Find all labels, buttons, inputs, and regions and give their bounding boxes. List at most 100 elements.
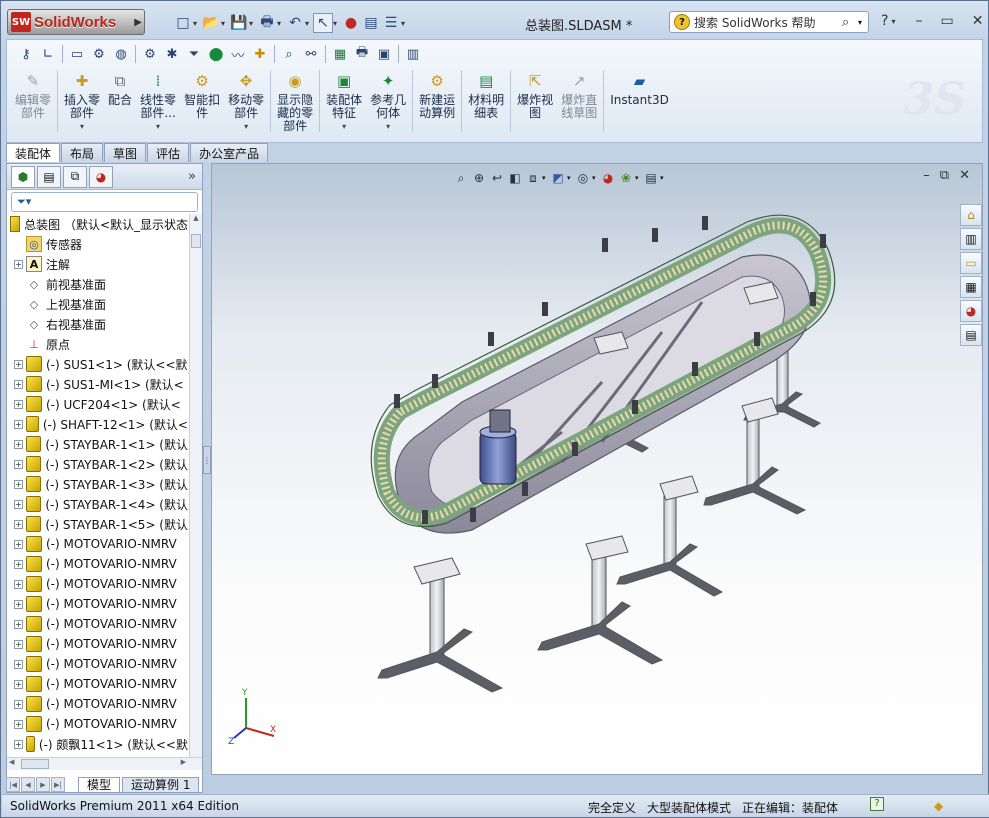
tab-command-1[interactable]: 布局 [61, 143, 104, 162]
panel-splitter-handle[interactable]: ⋮ [203, 446, 211, 474]
close-icon[interactable]: ✕ [972, 13, 984, 29]
tree-node-part[interactable]: + (-) STAYBAR-1<5> (默认 [7, 514, 188, 534]
ribbon-dropdown-icon[interactable]: ▾ [386, 120, 390, 133]
expand-icon[interactable]: + [14, 499, 23, 509]
tab-command-2[interactable]: 草图 [104, 143, 147, 162]
magnifier-icon[interactable]: ⌕ [278, 43, 300, 65]
tree-node-part[interactable]: + (-) STAYBAR-1<1> (默认 [7, 434, 188, 454]
expand-icon[interactable]: + [14, 559, 23, 569]
monitor-icon[interactable]: ▭ [66, 43, 88, 65]
print-icon[interactable]: 🖶 [257, 13, 277, 33]
tree-node-part[interactable]: + (-) SHAFT-12<1> (默认< [7, 414, 188, 434]
scroll-right-icon[interactable]: ▶ [181, 758, 186, 766]
tree-node-part[interactable]: + (-) STAYBAR-1<2> (默认 [7, 454, 188, 474]
ribbon-button-instant3d[interactable]: ▰ Instant3D [606, 70, 673, 140]
rebuild-traffic-light-icon[interactable]: ● [341, 13, 361, 33]
ribbon-button-smart-fasteners[interactable]: ⚙ 智能扣 件 [180, 70, 224, 140]
network-icon[interactable]: ⚙ [88, 43, 110, 65]
tree-node-part[interactable]: + (-) SUS1-MI<1> (默认< [7, 374, 188, 394]
tree-node-part[interactable]: + (-) MOTOVARIO-NMRV [7, 694, 188, 714]
expand-icon[interactable]: + [14, 259, 23, 269]
last-tab-icon[interactable]: ▶| [51, 777, 65, 792]
expand-icon[interactable]: + [14, 679, 23, 689]
file-explorer-icon[interactable]: ▭ [960, 252, 982, 274]
tree-node-part[interactable]: + (-) STAYBAR-1<3> (默认 [7, 474, 188, 494]
tab-model[interactable]: 模型 [78, 776, 121, 793]
expand-icon[interactable]: + [14, 479, 23, 489]
scroll-up-icon[interactable]: ▲ [190, 214, 202, 222]
appearances-icon[interactable]: ◕ [960, 300, 982, 322]
save-icon[interactable]: 💾 [229, 13, 249, 33]
search-magnifier-icon[interactable]: ⌕ [842, 15, 858, 30]
help-button[interactable]: ? [881, 13, 888, 29]
tree-node-annotation[interactable]: + A 注解 [7, 254, 188, 274]
gear-ball-icon[interactable]: ✱ [161, 43, 183, 65]
tree-node-folder[interactable]: ◎ 传感器 [7, 234, 188, 254]
tree-root-assembly[interactable]: 总装图 （默认<默认_显示状态 [7, 214, 188, 234]
scroll-left-icon[interactable]: ◀ [9, 758, 14, 766]
tree-node-plane[interactable]: ◇ 上视基准面 [7, 294, 188, 314]
new-document-icon[interactable]: □ [173, 13, 193, 33]
search-input[interactable]: 搜索 SolidWorks 帮助 [694, 14, 842, 31]
expand-icon[interactable]: + [14, 719, 23, 729]
configuration-manager-tab[interactable]: ⧉ [63, 165, 87, 188]
hscroll-thumb[interactable] [21, 759, 49, 769]
tree-vertical-scrollbar[interactable]: ▲ ▼ [189, 214, 202, 770]
design-library-icon[interactable]: ▥ [960, 228, 982, 250]
undo-icon[interactable]: ↶ [285, 13, 305, 33]
tree-node-part[interactable]: + (-) MOTOVARIO-NMRV [7, 674, 188, 694]
ribbon-button-reference-geometry[interactable]: ✦ 参考几 何体 ▾ [366, 70, 410, 140]
tab-command-3[interactable]: 评估 [147, 143, 190, 162]
ribbon-button-show-hidden[interactable]: ◉ 显示隐 藏的零 部件 [273, 70, 317, 140]
tab-command-4[interactable]: 办公室产品 [190, 143, 269, 162]
file-properties-icon[interactable]: ▤ [361, 13, 381, 33]
expand-icon[interactable]: + [14, 659, 23, 669]
ribbon-button-mate[interactable]: ⧉ 配合 [104, 70, 136, 140]
print-dropdown-icon[interactable]: ▾ [277, 19, 285, 28]
expand-icon[interactable]: + [14, 439, 23, 449]
status-help-icon[interactable]: ? [870, 797, 884, 811]
tree-node-part[interactable]: + (-) SUS1<1> (默认<<默 [7, 354, 188, 374]
binoculars-icon[interactable]: ⚯ [300, 43, 322, 65]
gear-settings-icon[interactable]: ⚙ [139, 43, 161, 65]
first-tab-icon[interactable]: |◀ [6, 777, 20, 792]
expand-panel-icon[interactable]: » [188, 169, 196, 184]
select-dropdown-icon[interactable]: ▾ [333, 19, 341, 28]
ribbon-dropdown-icon[interactable]: ▾ [244, 120, 248, 133]
tree-node-part[interactable]: + (-) MOTOVARIO-NMRV [7, 714, 188, 734]
tab-motion-study[interactable]: 运动算例 1 [122, 776, 200, 793]
ribbon-button-move-component[interactable]: ✥ 移动零 部件 ▾ [224, 70, 268, 140]
tree-node-part[interactable]: + (-) MOTOVARIO-NMRV [7, 634, 188, 654]
ribbon-button-exploded-view[interactable]: ⇱ 爆炸视 图 [513, 70, 557, 140]
expand-icon[interactable]: + [14, 579, 23, 589]
tree-node-origin[interactable]: ⊥ 原点 [7, 334, 188, 354]
tree-horizontal-scrollbar[interactable]: ◀ ▶ [7, 757, 202, 770]
expand-icon[interactable]: + [14, 379, 23, 389]
table-icon[interactable]: ▥ [402, 43, 424, 65]
expand-icon[interactable]: + [14, 599, 23, 609]
tree-node-part[interactable]: + (-) MOTOVARIO-NMRV [7, 574, 188, 594]
tab-command-0[interactable]: 装配体 [6, 143, 61, 162]
custom-properties-icon[interactable]: ▤ [960, 324, 982, 346]
feature-manager-tab[interactable]: ⬢ [11, 165, 35, 188]
next-tab-icon[interactable]: ▶ [36, 777, 50, 792]
tree-node-part[interactable]: + (-) STAYBAR-1<4> (默认 [7, 494, 188, 514]
tree-node-part[interactable]: + (-) 颇飘11<1> (默认<<默 [7, 734, 188, 754]
expand-icon[interactable]: + [14, 619, 23, 629]
scroll-thumb[interactable] [191, 234, 201, 248]
help-search-box[interactable]: ? 搜索 SolidWorks 帮助 ⌕ ▾ [669, 11, 869, 33]
printer-icon[interactable]: 🖶 [351, 43, 373, 65]
expand-icon[interactable]: + [14, 639, 23, 649]
image-export-icon[interactable]: ▣ [373, 43, 395, 65]
excel-icon[interactable]: ▦ [329, 43, 351, 65]
ribbon-dropdown-icon[interactable]: ▾ [156, 120, 160, 133]
ribbon-button-explode-line-sketch[interactable]: ↗ 爆炸直 线草图 [557, 70, 601, 140]
options-dropdown-icon[interactable]: ▾ [401, 19, 409, 28]
select-pointer-icon[interactable]: ↖ [313, 13, 333, 33]
open-dropdown-icon[interactable]: ▾ [221, 19, 229, 28]
expand-icon[interactable]: + [14, 739, 23, 749]
help-dropdown-icon[interactable]: ▾ [891, 17, 895, 26]
expand-icon[interactable]: + [14, 419, 23, 429]
options-icon[interactable]: ☰ [381, 13, 401, 33]
restore-icon[interactable]: ▭ [940, 13, 953, 29]
